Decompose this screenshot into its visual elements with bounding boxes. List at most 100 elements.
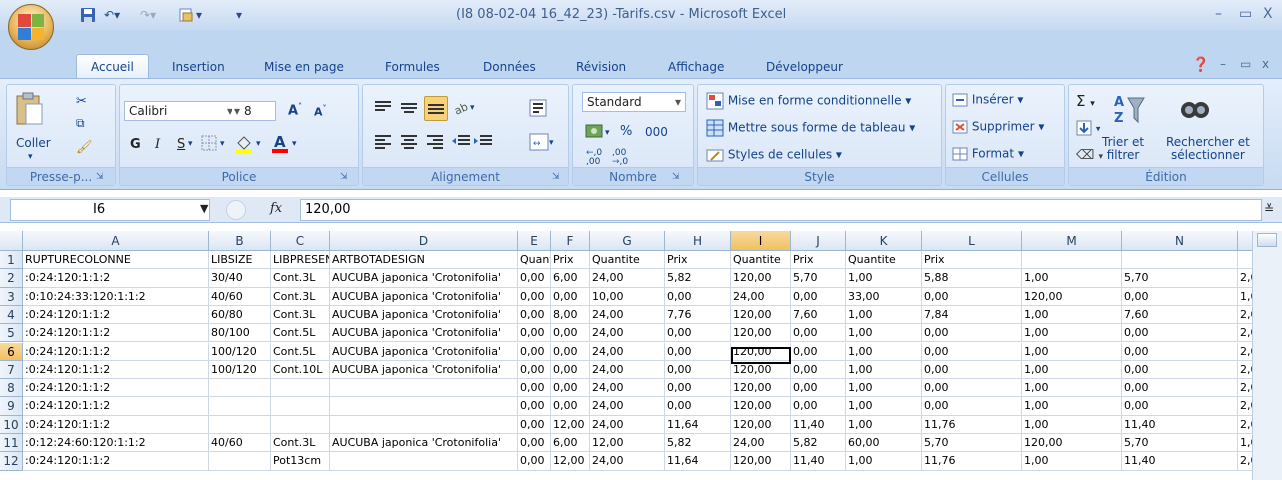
cell-f6[interactable]: 0,00 — [551, 342, 590, 361]
cell-j11[interactable]: 5,82 — [791, 434, 846, 453]
cell-g10[interactable]: 24,00 — [590, 415, 665, 434]
copy-icon[interactable]: ⧉ — [76, 116, 85, 131]
cell-h6[interactable]: 0,00 — [665, 342, 731, 361]
cell-b12[interactable] — [209, 452, 271, 471]
cell-d5[interactable]: AUCUBA japonica 'Crotonifolia' — [330, 324, 518, 343]
cut-icon[interactable]: ✂ — [76, 94, 87, 109]
cell-a5[interactable]: :0:24:120:1:1:2 — [23, 324, 209, 343]
cell-b3[interactable]: 40/60 — [209, 287, 271, 306]
cell-d8[interactable] — [330, 379, 518, 398]
vertical-scrollbar[interactable] — [1252, 231, 1282, 480]
cell-d12[interactable] — [330, 452, 518, 471]
cell-h1[interactable]: Prix — [665, 251, 731, 270]
cell-h5[interactable]: 0,00 — [665, 324, 731, 343]
cell-f1[interactable]: Prix — [551, 251, 590, 270]
number-format-box[interactable]: Standard ▾ — [582, 92, 686, 112]
cell-c3[interactable]: Cont.3L — [271, 287, 330, 306]
cancel-icon[interactable] — [226, 200, 246, 220]
formula-input[interactable]: 120,00 — [300, 199, 1262, 221]
cell-a9[interactable]: :0:24:120:1:1:2 — [23, 397, 209, 416]
cell-l8[interactable]: 0,00 — [922, 379, 1022, 398]
cell-l9[interactable]: 0,00 — [922, 397, 1022, 416]
cell-k12[interactable]: 1,00 — [846, 452, 922, 471]
conditional-format-button[interactable]: Mise en forme conditionnelle ▾ — [706, 92, 911, 110]
cell-i7[interactable]: 120,00 — [731, 360, 791, 380]
cell-g3[interactable]: 10,00 — [590, 287, 665, 306]
accounting-format-icon[interactable]: ▾ — [584, 122, 614, 143]
cell-k9[interactable]: 1,00 — [846, 397, 922, 416]
cell-l11[interactable]: 5,70 — [922, 434, 1022, 453]
cell-c6[interactable]: Cont.5L — [271, 342, 330, 361]
undo-icon[interactable]: ↶ ▾ — [104, 6, 120, 24]
column-header-i[interactable]: I — [731, 231, 791, 251]
cell-l12[interactable]: 11,76 — [922, 452, 1022, 471]
number-launcher-icon[interactable]: ⇲ — [672, 172, 680, 182]
cell-e10[interactable]: 0,00 — [518, 415, 551, 434]
cell-n5[interactable]: 0,00 — [1122, 324, 1238, 343]
close-button[interactable]: X — [1263, 6, 1273, 22]
cell-b11[interactable]: 40/60 — [209, 434, 271, 453]
row-header-5[interactable]: 5 — [0, 324, 23, 343]
cell-g5[interactable]: 24,00 — [590, 324, 665, 343]
underline-button[interactable]: S — [177, 137, 185, 152]
cell-a7[interactable]: :0:24:120:1:1:2 — [23, 360, 209, 380]
cell-b9[interactable] — [209, 397, 271, 416]
cell-m2[interactable]: 1,00 — [1022, 269, 1122, 288]
cell-f11[interactable]: 6,00 — [551, 434, 590, 453]
column-header-k[interactable]: K — [846, 231, 922, 251]
cell-k3[interactable]: 33,00 — [846, 287, 922, 306]
redo-icon[interactable]: ↷ ▾ — [140, 6, 156, 24]
cell-n2[interactable]: 5,70 — [1122, 269, 1238, 288]
clear-icon[interactable]: ⌫ ▾ — [1076, 148, 1103, 163]
cell-i10[interactable]: 120,00 — [731, 415, 791, 434]
cell-d3[interactable]: AUCUBA japonica 'Crotonifolia' — [330, 287, 518, 306]
cell-k2[interactable]: 1,00 — [846, 269, 922, 288]
fill-color-dropdown-icon[interactable]: ▾ — [256, 139, 261, 149]
cell-j1[interactable]: Prix — [791, 251, 846, 270]
cell-n11[interactable]: 5,70 — [1122, 434, 1238, 453]
cell-h11[interactable]: 5,82 — [665, 434, 731, 453]
cell-b5[interactable]: 80/100 — [209, 324, 271, 343]
cell-h3[interactable]: 0,00 — [665, 287, 731, 306]
cell-n8[interactable]: 0,00 — [1122, 379, 1238, 398]
cell-e1[interactable]: Quant — [518, 251, 551, 270]
align-right-icon[interactable] — [424, 132, 446, 153]
column-header-e[interactable]: E — [518, 231, 551, 251]
cell-n10[interactable]: 11,40 — [1122, 415, 1238, 434]
autosum-icon[interactable]: Σ ▾ — [1076, 92, 1095, 110]
cell-k10[interactable]: 1,00 — [846, 415, 922, 434]
column-header-n[interactable]: N — [1122, 231, 1238, 251]
cell-m3[interactable]: 120,00 — [1022, 287, 1122, 306]
cell-h7[interactable]: 0,00 — [665, 360, 731, 380]
cell-m4[interactable]: 1,00 — [1022, 305, 1122, 325]
border-icon[interactable] — [200, 134, 218, 155]
column-header-g[interactable]: G — [590, 231, 665, 251]
cell-j6[interactable]: 0,00 — [791, 342, 846, 361]
column-header-l[interactable]: L — [922, 231, 1022, 251]
cell-c4[interactable]: Cont.3L — [271, 305, 330, 325]
cell-l2[interactable]: 5,88 — [922, 269, 1022, 288]
cell-e11[interactable]: 0,00 — [518, 434, 551, 453]
find-select-icon[interactable] — [1178, 92, 1212, 129]
tab-mise-en-page[interactable]: Mise en page — [264, 60, 344, 74]
cell-e8[interactable]: 0,00 — [518, 379, 551, 398]
cell-a10[interactable]: :0:24:120:1:1:2 — [23, 415, 209, 434]
cell-k7[interactable]: 1,00 — [846, 360, 922, 380]
cell-h12[interactable]: 11,64 — [665, 452, 731, 471]
row-header-1[interactable]: 1 — [0, 251, 23, 270]
insert-button[interactable]: Insérer ▾ — [952, 92, 1023, 108]
clipboard-launcher-icon[interactable]: ⇲ — [96, 172, 104, 182]
cell-d9[interactable] — [330, 397, 518, 416]
cell-g11[interactable]: 12,00 — [590, 434, 665, 453]
sort-filter-icon[interactable]: AZ — [1112, 92, 1146, 129]
row-header-11[interactable]: 11 — [0, 434, 23, 453]
cell-n12[interactable]: 11,40 — [1122, 452, 1238, 471]
cell-c7[interactable]: Cont.10L — [271, 360, 330, 380]
cell-a4[interactable]: :0:24:120:1:1:2 — [23, 305, 209, 325]
cell-g9[interactable]: 24,00 — [590, 397, 665, 416]
cell-f2[interactable]: 6,00 — [551, 269, 590, 288]
border-dropdown-icon[interactable]: ▾ — [220, 139, 225, 149]
align-bottom-icon[interactable] — [424, 96, 448, 121]
cell-c5[interactable]: Cont.5L — [271, 324, 330, 343]
cell-e5[interactable]: 0,00 — [518, 324, 551, 343]
